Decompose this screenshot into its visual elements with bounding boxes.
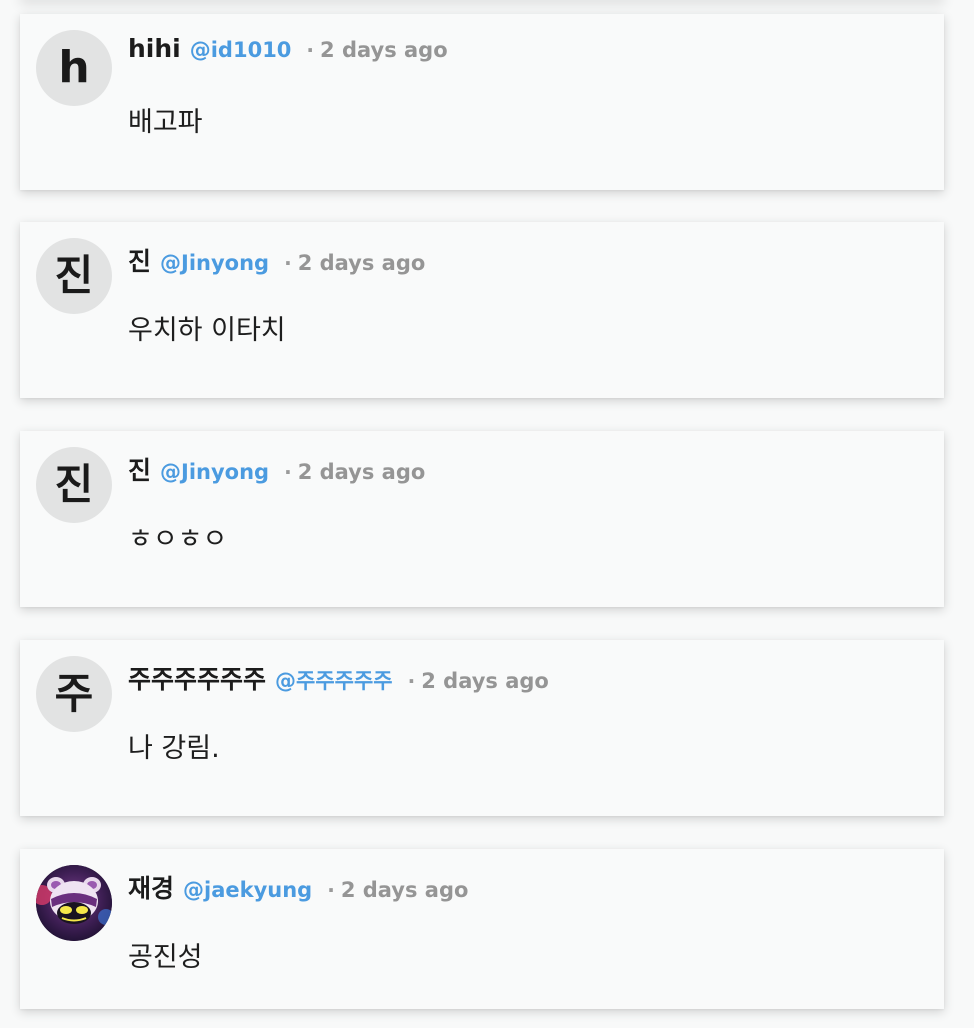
author-name[interactable]: 진 <box>128 242 151 278</box>
comment-text: 공진성 <box>128 942 203 973</box>
separator-dot: · <box>327 878 335 902</box>
author-handle[interactable]: @Jinyong <box>160 460 269 484</box>
comment-header: 주주주주주주 @주주주주주 · 2 days ago <box>128 660 549 696</box>
separator-dot: · <box>284 251 292 275</box>
timestamp: 2 days ago <box>297 460 426 484</box>
creature-avatar-image[interactable] <box>36 865 112 941</box>
timestamp: 2 days ago <box>320 38 448 62</box>
comment-text: 우치하 이타치 <box>128 315 286 346</box>
comment-header: 재경 @jaekyung · 2 days ago <box>128 869 468 905</box>
comment-card: 재경 @jaekyung · 2 days ago 공진성 <box>20 849 944 1009</box>
author-handle[interactable]: @jaekyung <box>183 878 312 902</box>
separator-dot: · <box>306 38 315 62</box>
author-name[interactable]: 진 <box>128 451 151 487</box>
comment-header: 진 @Jinyong · 2 days ago <box>128 451 425 487</box>
author-name[interactable]: 재경 <box>128 869 174 905</box>
author-name[interactable]: 주주주주주주 <box>128 660 266 696</box>
avatar[interactable]: h <box>36 30 112 106</box>
comment-card: h hihi @id1010 · 2 days ago 배고파 <box>20 14 944 190</box>
separator-dot: · <box>284 460 292 484</box>
comment-card: 진 진 @Jinyong · 2 days ago ㅎㅇㅎㅇ <box>20 431 944 607</box>
avatar[interactable]: 진 <box>36 238 112 314</box>
comment-text: 배고파 <box>128 107 203 138</box>
timestamp: 2 days ago <box>297 251 426 275</box>
author-handle[interactable]: @주주주주주 <box>275 665 393 695</box>
avatar[interactable]: 진 <box>36 447 112 523</box>
comment-card: 진 진 @Jinyong · 2 days ago 우치하 이타치 <box>20 222 944 398</box>
author-name[interactable]: hihi <box>128 34 181 63</box>
comment-text: 나 강림. <box>128 733 220 764</box>
creature-avatar-icon <box>36 865 112 941</box>
comment-card: 주 주주주주주주 @주주주주주 · 2 days ago 나 강림. <box>20 640 944 816</box>
comment-header: 진 @Jinyong · 2 days ago <box>128 242 425 278</box>
timestamp: 2 days ago <box>340 878 469 902</box>
separator-dot: · <box>407 669 416 693</box>
comment-header: hihi @id1010 · 2 days ago <box>128 34 448 63</box>
author-handle[interactable]: @Jinyong <box>160 251 269 275</box>
comment-text: ㅎㅇㅎㅇ <box>128 524 228 555</box>
author-handle[interactable]: @id1010 <box>190 38 292 62</box>
timestamp: 2 days ago <box>421 669 549 693</box>
avatar[interactable]: 주 <box>36 656 112 732</box>
